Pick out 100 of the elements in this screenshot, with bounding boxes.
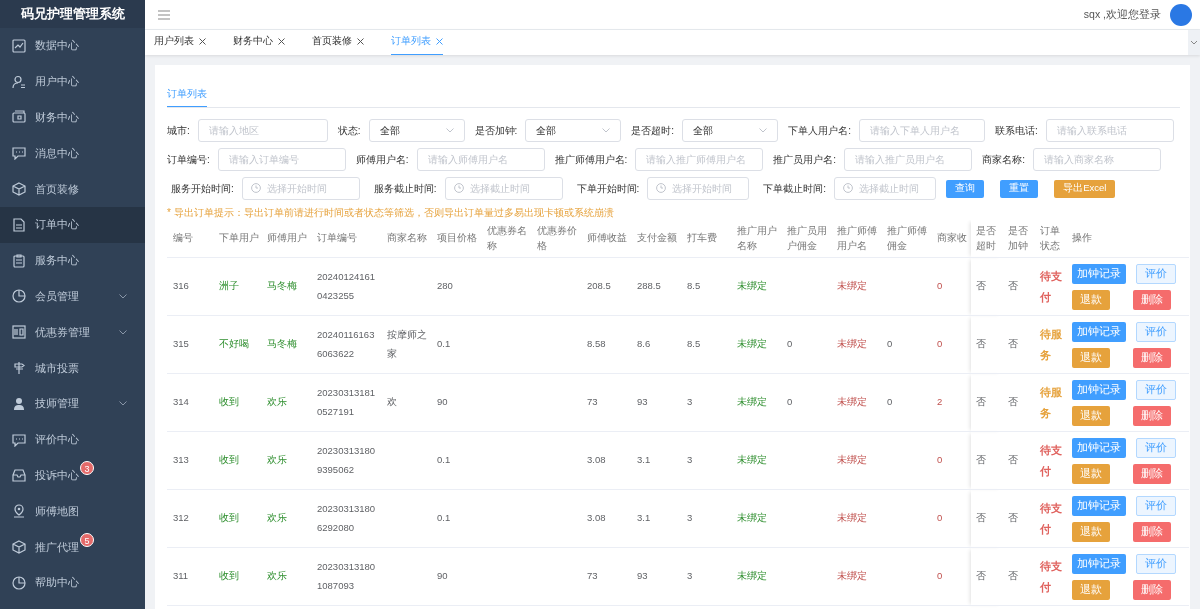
- select-field[interactable]: 全部: [368, 119, 465, 142]
- table-cell: 3: [681, 547, 731, 606]
- row-action-button[interactable]: 退款: [1072, 463, 1110, 484]
- action-button[interactable]: 查询: [946, 179, 985, 198]
- row-action-button[interactable]: 加钟记录: [1072, 553, 1126, 574]
- sidebar-item[interactable]: 优惠券管理: [0, 314, 145, 351]
- sidebar-item[interactable]: 推广代理 5: [0, 529, 145, 565]
- table-cell: 不好喝: [213, 315, 261, 374]
- sidebar-item[interactable]: 财务中心: [0, 99, 145, 136]
- column-header: 商家名称: [381, 220, 431, 258]
- row-action-button[interactable]: 删除: [1133, 579, 1171, 600]
- table-cell: 未绑定: [831, 547, 881, 606]
- row-action-button[interactable]: 删除: [1133, 347, 1171, 368]
- sidebar-item[interactable]: 师傅地图: [0, 493, 145, 530]
- welcome-text: sqx ,欢迎您登录: [1083, 7, 1161, 22]
- avatar[interactable]: [1170, 3, 1192, 26]
- row-action-button[interactable]: 退款: [1072, 289, 1110, 310]
- order-status: 待支付: [1040, 501, 1062, 535]
- cube-icon: [12, 182, 26, 197]
- chat-icon: [12, 146, 26, 161]
- row-action-button[interactable]: 评价: [1136, 263, 1176, 284]
- column-header: 推广师傅用户名: [831, 220, 881, 258]
- row-action-button[interactable]: 评价: [1136, 321, 1176, 342]
- clock-icon: [656, 183, 667, 193]
- table-cell: 欢乐: [261, 431, 311, 490]
- document-icon: [12, 217, 26, 232]
- table-cell: 未绑定: [831, 431, 881, 490]
- field-label: 服务截止时间:: [373, 181, 437, 196]
- inbox-icon: [12, 468, 26, 483]
- select-field[interactable]: 全部: [682, 119, 779, 142]
- sidebar-item[interactable]: 消息中心: [0, 135, 145, 172]
- row-action-button[interactable]: 加钟记录: [1072, 437, 1126, 458]
- table-cell: 欢乐: [261, 373, 311, 432]
- table-cell: 202303131809395062: [311, 431, 381, 490]
- table-cell: 欢乐: [261, 547, 311, 606]
- table-cell: 0: [931, 257, 971, 316]
- row-action-button[interactable]: 退款: [1072, 347, 1110, 368]
- table-cell: 否: [1003, 257, 1035, 316]
- sidebar-item[interactable]: 订单中心: [0, 207, 145, 243]
- column-header: 推广师傅佣金: [881, 220, 931, 258]
- field-label: 订单编号:: [167, 152, 210, 167]
- tab[interactable]: 首页装修: [312, 34, 364, 55]
- table-cell: 否: [971, 373, 1003, 432]
- close-icon[interactable]: [199, 37, 206, 45]
- row-action-button[interactable]: 加钟记录: [1072, 379, 1126, 400]
- column-header: 推广用户名称: [731, 220, 781, 258]
- row-action-button[interactable]: 评价: [1136, 553, 1176, 574]
- menu-label: 优惠券管理: [35, 324, 90, 340]
- tab[interactable]: 订单列表: [391, 34, 443, 55]
- row-action-button[interactable]: 评价: [1136, 495, 1176, 516]
- row-action-button[interactable]: 删除: [1133, 289, 1171, 310]
- table-cell: 欢乐: [261, 489, 311, 548]
- clock-icon: [843, 183, 854, 193]
- action-button[interactable]: 重置: [1000, 179, 1039, 198]
- row-action-button[interactable]: 退款: [1072, 521, 1110, 542]
- table-cell: 8.5: [681, 257, 731, 316]
- sidebar-item[interactable]: 投诉中心 3: [0, 457, 145, 494]
- row-action-button[interactable]: 加钟记录: [1072, 263, 1126, 284]
- order-status: 待服务: [1040, 327, 1062, 361]
- table-cell: 未绑定: [831, 315, 881, 374]
- sidebar-item[interactable]: 城市投票: [0, 350, 145, 386]
- action-button[interactable]: 导出Excel: [1054, 179, 1116, 198]
- row-action-button[interactable]: 评价: [1136, 379, 1176, 400]
- sidebar-item[interactable]: 会员管理: [0, 278, 145, 315]
- row-action-button[interactable]: 删除: [1133, 463, 1171, 484]
- table-cell: 按摩师之家: [381, 315, 431, 374]
- field-label: 联系电话:: [994, 123, 1038, 138]
- sidebar-item[interactable]: 技师管理: [0, 385, 145, 422]
- table-cell: 欢: [381, 373, 431, 432]
- tab[interactable]: 财务中心: [233, 34, 285, 55]
- table-cell: 0: [931, 315, 971, 374]
- column-header: 商家收: [931, 220, 971, 258]
- sidebar-item[interactable]: 服务中心: [0, 242, 145, 279]
- row-action-button[interactable]: 退款: [1072, 579, 1110, 600]
- menu-label: 首页装修: [35, 181, 79, 197]
- sidebar-item[interactable]: 首页装修: [0, 171, 145, 207]
- row-action-button[interactable]: 删除: [1133, 521, 1171, 542]
- row-action-button[interactable]: 删除: [1133, 405, 1171, 426]
- table-cell: 0: [931, 431, 971, 490]
- panel-tab[interactable]: 订单列表: [167, 87, 207, 107]
- field-label: 商家名称:: [982, 152, 1025, 167]
- tab[interactable]: 用户列表: [154, 34, 206, 55]
- row-action-button[interactable]: 加钟记录: [1072, 321, 1126, 342]
- table-cell: 3.1: [631, 489, 681, 548]
- row-action-button[interactable]: 评价: [1136, 437, 1176, 458]
- menu-label: 帮助中心: [35, 575, 79, 591]
- close-icon[interactable]: [278, 37, 285, 45]
- field-label: 状态:: [337, 123, 361, 138]
- row-action-button[interactable]: 加钟记录: [1072, 495, 1126, 516]
- menu-label: 订单中心: [35, 217, 79, 233]
- row-action-button[interactable]: 退款: [1072, 405, 1110, 426]
- sidebar-item[interactable]: 帮助中心: [0, 564, 145, 601]
- select-field[interactable]: 全部: [525, 119, 622, 142]
- close-icon[interactable]: [357, 37, 364, 45]
- sidebar-item[interactable]: 用户中心: [0, 63, 145, 100]
- sidebar-item[interactable]: 数据中心: [0, 28, 145, 64]
- field-label: 下单开始时间:: [576, 181, 640, 196]
- sidebar-item[interactable]: 评价中心: [0, 421, 145, 458]
- menu-label: 数据中心: [35, 38, 79, 54]
- table-cell: 洲子: [213, 257, 261, 316]
